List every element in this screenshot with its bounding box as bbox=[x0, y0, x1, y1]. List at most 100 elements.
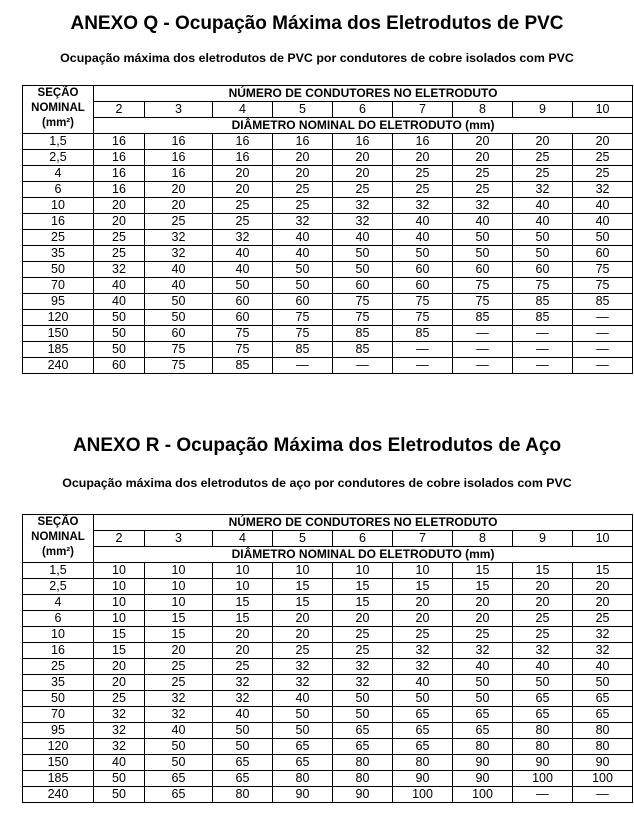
diameter-cell: 65 bbox=[144, 770, 213, 787]
table-row: 25 20 25 25 32 32 32 40 40 40 bbox=[22, 658, 634, 675]
diameter-cell: — bbox=[571, 309, 634, 326]
table-row: 50 25 32 32 40 50 50 50 65 65 bbox=[22, 690, 634, 707]
diameter-cell: 75 bbox=[452, 277, 513, 294]
diameter-cell: 50 bbox=[512, 245, 573, 262]
diameter-cell: 50 bbox=[452, 674, 513, 691]
table-row: 150 50 60 75 75 85 85— — — bbox=[22, 325, 634, 342]
section-size-cell: 2,5 bbox=[22, 149, 94, 166]
diameter-cell: 25 bbox=[332, 642, 393, 659]
diameter-cell: 16 bbox=[144, 149, 213, 166]
section-size-cell: 185 bbox=[22, 770, 94, 787]
diameter-cell: 20 bbox=[452, 133, 513, 150]
numero-condutores-header: NÚMERO DE CONDUTORES NO ELETRODUTO bbox=[92, 514, 634, 531]
diameter-cell: 15 bbox=[272, 594, 333, 611]
diameter-cell: 90 bbox=[272, 786, 333, 803]
table-row: 240 50 65 80 90 90 100 100— — bbox=[22, 786, 634, 803]
diameter-cell: 25 bbox=[332, 626, 393, 643]
diameter-cell: 15 bbox=[93, 626, 145, 643]
diameter-cell: 40 bbox=[212, 261, 273, 278]
diameter-cell: 40 bbox=[144, 722, 213, 739]
diameter-cell: 25 bbox=[212, 213, 273, 230]
diameter-cell: 15 bbox=[452, 562, 513, 579]
diameter-cell: 10 bbox=[212, 578, 273, 595]
diameter-cell: 60 bbox=[93, 357, 145, 374]
diameter-cell: 32 bbox=[571, 626, 634, 643]
table-row: 16 15 20 20 25 25 32 32 32 32 bbox=[22, 642, 634, 659]
section-size-cell: 6 bbox=[22, 181, 94, 198]
annex-r-table: SEÇÃO NOMINAL (mm²) NÚMERO DE CONDUTORES… bbox=[22, 514, 634, 803]
section-size-cell: 10 bbox=[22, 197, 94, 214]
diameter-cell: 32 bbox=[272, 213, 333, 230]
diameter-cell: 20 bbox=[571, 594, 634, 611]
diameter-cell: 50 bbox=[212, 277, 273, 294]
section-size-cell: 16 bbox=[22, 642, 94, 659]
diameter-cell: 32 bbox=[272, 658, 333, 675]
diameter-cell: 32 bbox=[212, 674, 273, 691]
diameter-cell: 50 bbox=[144, 293, 213, 310]
diameter-cell: — bbox=[512, 357, 573, 374]
diameter-cell: 32 bbox=[392, 658, 453, 675]
diameter-cell: 65 bbox=[272, 738, 333, 755]
diameter-cell: 60 bbox=[452, 261, 513, 278]
diameter-cell: 65 bbox=[392, 722, 453, 739]
diameter-cell: 25 bbox=[452, 165, 513, 182]
diameter-cell: 40 bbox=[272, 229, 333, 246]
diameter-cell: 20 bbox=[332, 149, 393, 166]
diameter-cell: 25 bbox=[272, 197, 333, 214]
table-row: 2,5 10 10 10 15 15 15 15 20 20 bbox=[22, 578, 634, 595]
diameter-cell: 50 bbox=[512, 674, 573, 691]
diameter-cell: 32 bbox=[212, 690, 273, 707]
diameter-cell: 75 bbox=[392, 309, 453, 326]
diameter-cell: 100 bbox=[512, 770, 573, 787]
section-size-cell: 70 bbox=[22, 706, 94, 723]
diameter-cell: 75 bbox=[512, 277, 573, 294]
diameter-cell: 25 bbox=[452, 181, 513, 198]
section-size-cell: 50 bbox=[22, 261, 94, 278]
conductor-count-cell: 2 bbox=[93, 530, 145, 547]
section-size-cell: 240 bbox=[22, 786, 94, 803]
diameter-cell: 80 bbox=[332, 754, 393, 771]
diameter-cell: 16 bbox=[212, 149, 273, 166]
diameter-cell: 65 bbox=[571, 690, 634, 707]
diameter-cell: 90 bbox=[332, 786, 393, 803]
annex-q-table: SEÇÃO NOMINAL (mm²) NÚMERO DE CONDUTORES… bbox=[22, 85, 634, 374]
diameter-cell: 32 bbox=[332, 197, 393, 214]
conductor-count-cell: 3 bbox=[144, 530, 213, 547]
conductor-count-cell: 7 bbox=[392, 530, 453, 547]
section-size-cell: 35 bbox=[22, 674, 94, 691]
diameter-cell: 85 bbox=[571, 293, 634, 310]
diameter-cell: 25 bbox=[93, 245, 145, 262]
diameter-cell: 40 bbox=[392, 213, 453, 230]
diameter-cell: 20 bbox=[272, 626, 333, 643]
diameter-cell: 16 bbox=[93, 149, 145, 166]
diameter-cell: 40 bbox=[512, 658, 573, 675]
diameter-cell: 100 bbox=[392, 786, 453, 803]
table-row: 95 40 50 60 60 75 75 75 85 85 bbox=[22, 293, 634, 310]
diameter-cell: 16 bbox=[93, 165, 145, 182]
table-row: 6 10 15 15 20 20 20 20 25 25 bbox=[22, 610, 634, 627]
diameter-cell: 25 bbox=[392, 181, 453, 198]
diameter-cell: 15 bbox=[272, 578, 333, 595]
diameter-cell: 65 bbox=[332, 738, 393, 755]
diameter-cell: 20 bbox=[93, 658, 145, 675]
diameter-cell: 65 bbox=[332, 722, 393, 739]
diameter-cell: 32 bbox=[392, 642, 453, 659]
conductor-count-cell: 4 bbox=[212, 101, 273, 118]
diameter-cell: 50 bbox=[93, 325, 145, 342]
diameter-cell: 100 bbox=[571, 770, 634, 787]
diameter-cell: 40 bbox=[144, 277, 213, 294]
diameter-cell: 16 bbox=[93, 133, 145, 150]
diameter-cell: 32 bbox=[272, 674, 333, 691]
table-row: 240 60 75 85— — — — — — bbox=[22, 357, 634, 374]
secao-header: SEÇÃO NOMINAL (mm²) bbox=[22, 85, 94, 134]
diameter-cell: 75 bbox=[571, 277, 634, 294]
diameter-cell: 50 bbox=[212, 722, 273, 739]
diameter-cell: 60 bbox=[212, 293, 273, 310]
section-size-cell: 10 bbox=[22, 626, 94, 643]
diameter-cell: 32 bbox=[144, 229, 213, 246]
diameter-cell: 10 bbox=[332, 562, 393, 579]
diameter-cell: 20 bbox=[144, 642, 213, 659]
diameter-cell: 20 bbox=[392, 149, 453, 166]
annex-r-title: ANEXO R - Ocupação Máxima dos Eletroduto… bbox=[72, 435, 562, 456]
diameter-cell: 20 bbox=[93, 213, 145, 230]
